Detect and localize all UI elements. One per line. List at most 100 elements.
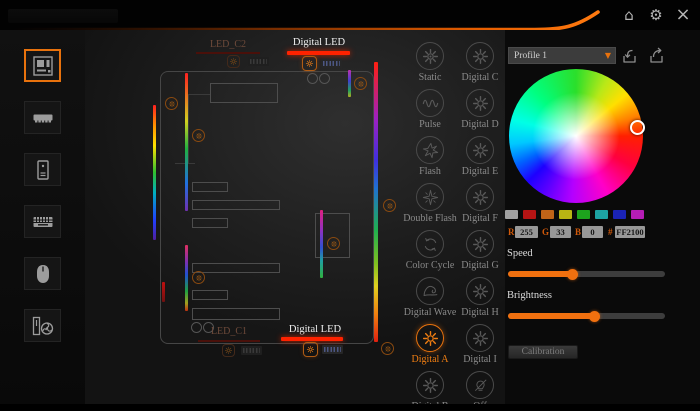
brightness-label: Brightness: [507, 290, 552, 301]
color-swatch[interactable]: [577, 210, 590, 219]
slot-outline: [192, 263, 280, 273]
blue-label: B: [575, 226, 581, 238]
color-swatch[interactable]: [541, 210, 554, 219]
digital-led-badge-bottom: [322, 345, 343, 354]
rgb-led-strip: [320, 210, 323, 278]
red-label: R: [508, 226, 515, 238]
digital-led-icon: [466, 89, 494, 117]
title-bar: ⌂ ⚙ ×: [0, 0, 700, 30]
close-icon[interactable]: ×: [674, 5, 692, 25]
rgb-led-strip: [153, 105, 156, 240]
digital-led-header-bottom[interactable]: Digital LED: [281, 324, 349, 335]
led-c2-chip-icon[interactable]: [227, 55, 240, 68]
keyboard-icon: [31, 210, 55, 234]
color-wheel-selector[interactable]: [630, 120, 645, 135]
color-swatch[interactable]: [595, 210, 608, 219]
device-sidebar: [0, 30, 85, 404]
digital-led-icon: [466, 324, 494, 352]
digital-led-badge-top: [321, 59, 342, 68]
mode-digital-g[interactable]: Digital G: [456, 226, 504, 273]
mode-digital-e[interactable]: Digital E: [456, 132, 504, 179]
green-value-field[interactable]: 33: [550, 226, 571, 238]
led-c1-underline: [198, 340, 260, 342]
led-zone-marker[interactable]: [381, 342, 394, 355]
slot-outline: [192, 290, 228, 300]
digital-led-icon: [466, 42, 494, 70]
settings-icon[interactable]: ⚙: [647, 5, 665, 25]
sidebar-item-pc-case[interactable]: [24, 153, 61, 186]
mode-digital-d[interactable]: Digital D: [456, 85, 504, 132]
lighting-mode-grid: Static Digital C Pulse Digital D Flash D…: [404, 38, 504, 411]
led-c1-chip-icon[interactable]: [222, 344, 235, 357]
led-zone-marker[interactable]: [354, 77, 367, 90]
led-c1-header[interactable]: LED_C1: [198, 326, 260, 337]
lighting-zone-panel: LED_C2 Digital LED LED_C1 Digital LED: [85, 30, 505, 404]
mouse-icon: [31, 262, 55, 286]
import-profile-icon: [619, 47, 639, 65]
export-profile-button[interactable]: [647, 47, 667, 65]
led-zone-marker[interactable]: [192, 129, 205, 142]
color-wheel[interactable]: [509, 69, 643, 203]
cpu-socket-outline: [210, 83, 278, 103]
color-swatch[interactable]: [631, 210, 644, 219]
digital-wave-mode-icon: [416, 277, 444, 305]
led-zone-marker[interactable]: [165, 97, 178, 110]
mode-digital-a[interactable]: Digital A: [404, 320, 456, 367]
rgb-led-strip: [162, 282, 165, 302]
profile-dropdown[interactable]: Profile 1 ▼: [508, 47, 616, 64]
calibration-button[interactable]: Calibration: [508, 345, 578, 359]
speed-slider[interactable]: [508, 271, 665, 277]
digital-led-icon: [466, 183, 494, 211]
sidebar-item-peripherals[interactable]: [24, 309, 61, 342]
digital-led-header-top[interactable]: Digital LED: [285, 37, 353, 48]
import-profile-button[interactable]: [619, 47, 639, 65]
mode-pulse[interactable]: Pulse: [404, 85, 456, 132]
double-flash-mode-icon: [416, 183, 444, 211]
color-swatch[interactable]: [559, 210, 572, 219]
sidebar-item-mouse[interactable]: [24, 257, 61, 290]
led-c2-header[interactable]: LED_C2: [196, 39, 260, 50]
brightness-slider-knob[interactable]: [589, 311, 600, 322]
color-swatch[interactable]: [613, 210, 626, 219]
mount-hole: [307, 73, 318, 84]
mode-digital-h[interactable]: Digital H: [456, 273, 504, 320]
led-zone-marker[interactable]: [327, 237, 340, 250]
speed-slider-fill: [508, 271, 572, 277]
peripherals-fan-icon: [31, 314, 55, 338]
slot-outline: [192, 200, 280, 210]
mode-digital-wave[interactable]: Digital Wave: [404, 273, 456, 320]
brightness-slider[interactable]: [508, 313, 665, 319]
mode-flash[interactable]: Flash: [404, 132, 456, 179]
color-swatch[interactable]: [523, 210, 536, 219]
home-icon[interactable]: ⌂: [620, 5, 638, 25]
speed-slider-knob[interactable]: [567, 269, 578, 280]
digital-led-icon: [416, 324, 444, 352]
sidebar-item-motherboard[interactable]: [24, 49, 61, 82]
led-zone-marker[interactable]: [192, 271, 205, 284]
flash-mode-icon: [416, 136, 444, 164]
mode-digital-f[interactable]: Digital F: [456, 179, 504, 226]
digital-led-icon: [416, 371, 444, 399]
mode-digital-c[interactable]: Digital C: [456, 38, 504, 85]
color-swatch[interactable]: [505, 210, 518, 219]
digital-led-chip-icon-bottom[interactable]: [303, 342, 318, 357]
pulse-mode-icon: [416, 89, 444, 117]
profile-dropdown-value: Profile 1: [509, 51, 605, 61]
hex-value-field[interactable]: FF2100: [615, 226, 645, 238]
mode-static[interactable]: Static: [404, 38, 456, 85]
trace-line: [188, 94, 189, 164]
color-settings-panel: Profile 1 ▼: [505, 30, 700, 404]
mode-color-cycle[interactable]: Color Cycle: [404, 226, 456, 273]
sidebar-item-keyboard[interactable]: [24, 205, 61, 238]
led-zone-marker[interactable]: [383, 199, 396, 212]
digital-led-icon: [466, 136, 494, 164]
mode-digital-i[interactable]: Digital I: [456, 320, 504, 367]
rgb-led-strip: [185, 245, 188, 311]
slot-outline: [192, 308, 280, 320]
blue-value-field[interactable]: 0: [582, 226, 603, 238]
sidebar-item-ram[interactable]: [24, 101, 61, 134]
digital-led-underline-top: [287, 51, 350, 55]
digital-led-chip-icon-top[interactable]: [302, 56, 317, 71]
red-value-field[interactable]: 255: [515, 226, 538, 238]
mode-double-flash[interactable]: Double Flash: [404, 179, 456, 226]
